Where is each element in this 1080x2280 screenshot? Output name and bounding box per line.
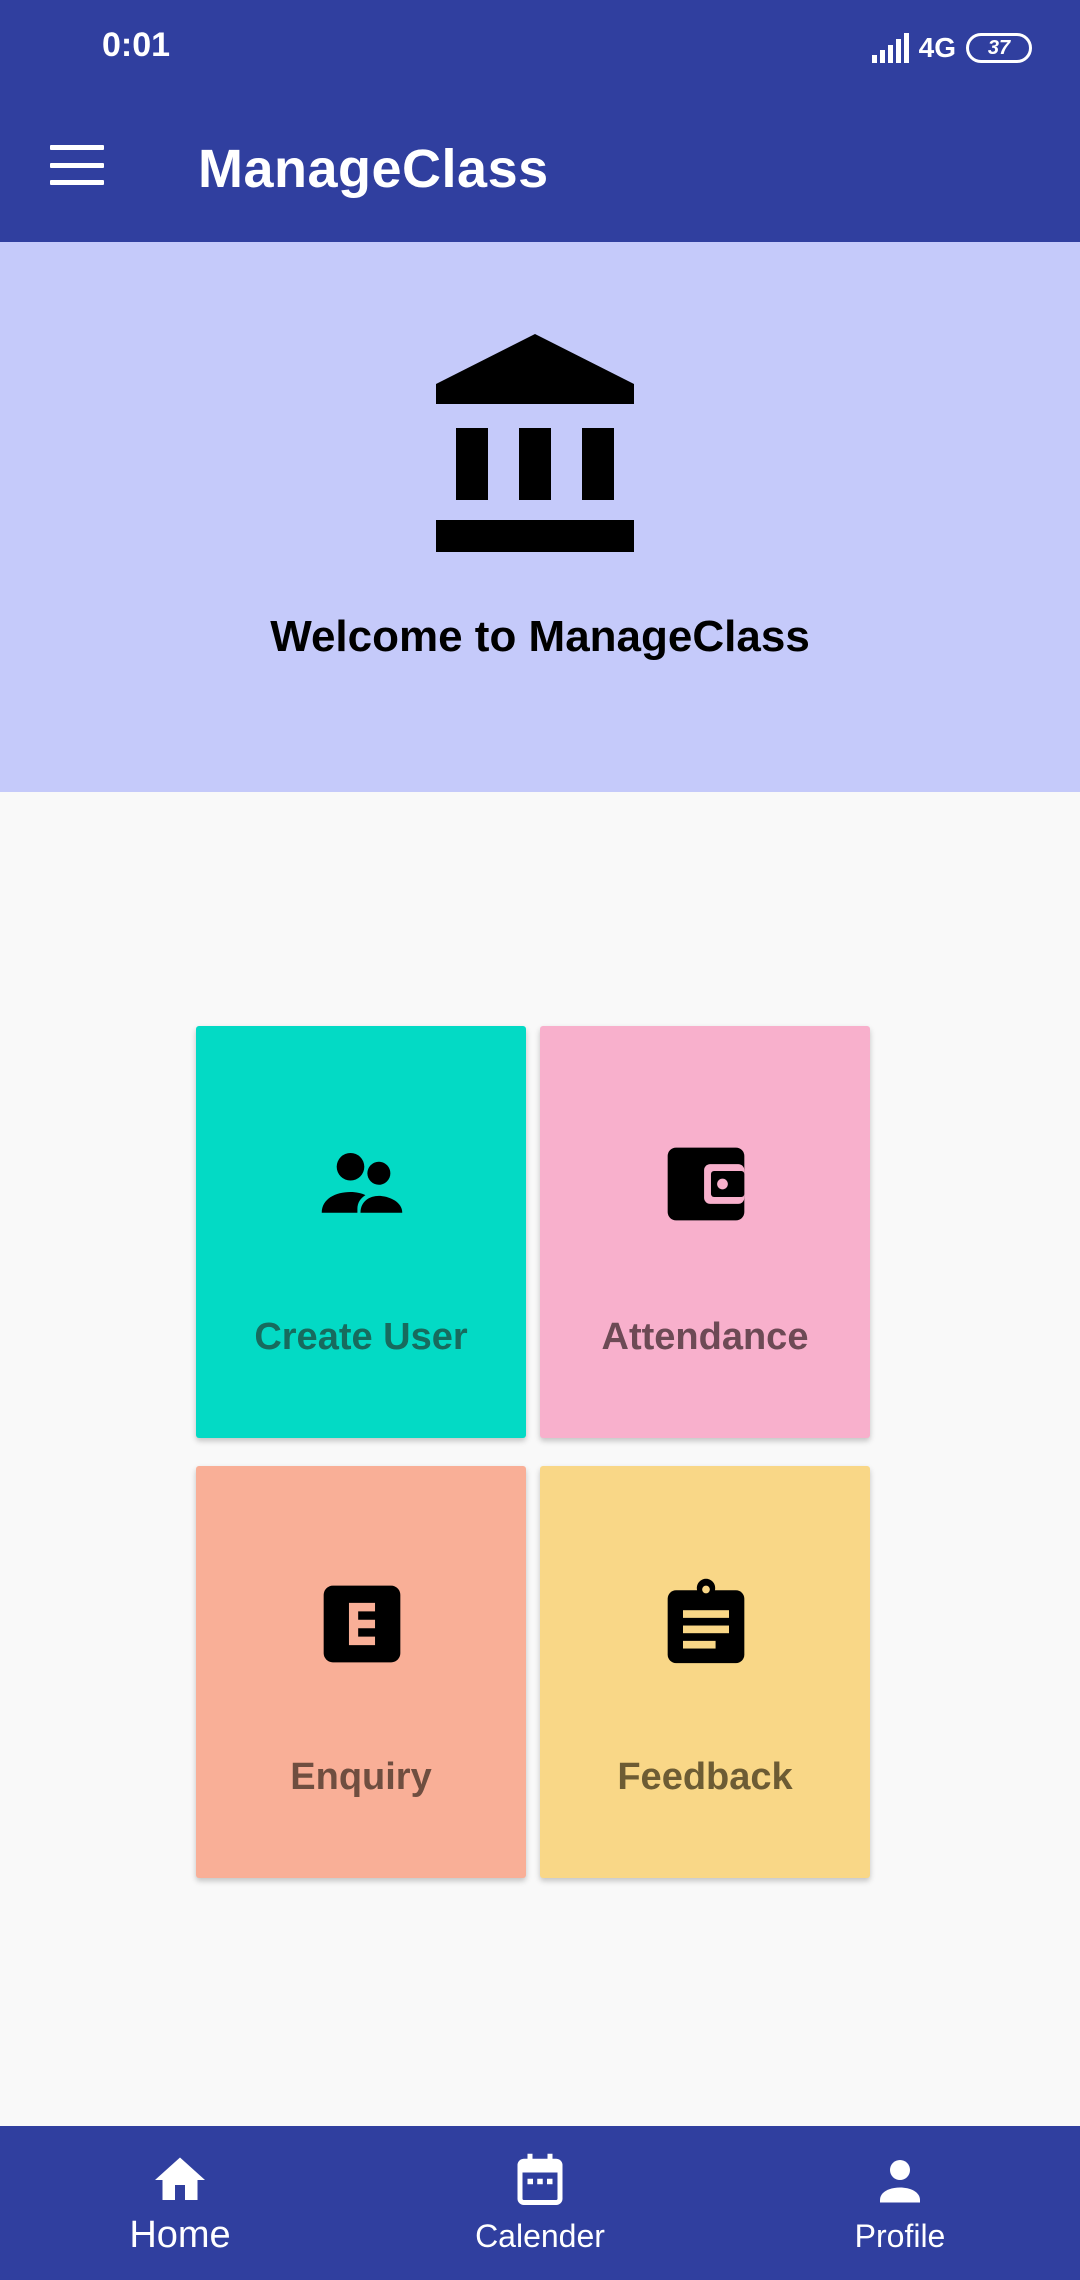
- attendance-card[interactable]: Attendance: [540, 1026, 870, 1438]
- signal-icon: [871, 33, 909, 63]
- attendance-label: Attendance: [601, 1316, 809, 1358]
- battery-level: 37: [987, 36, 1011, 59]
- wallet-icon: [667, 1147, 745, 1221]
- welcome-banner: Welcome to ManageClass: [0, 242, 1080, 792]
- create-user-card[interactable]: Create User: [196, 1026, 526, 1438]
- bottom-navigation: Home Calender Profile: [0, 2126, 1080, 2280]
- nav-calender[interactable]: Calender: [360, 2126, 720, 2280]
- enquiry-label: Enquiry: [290, 1756, 432, 1798]
- nav-home-label: Home: [129, 2214, 231, 2256]
- status-indicators: 4G 37: [871, 28, 1032, 68]
- people-icon: [321, 1152, 403, 1213]
- app-header: 0:01 4G 37 ManageClass: [0, 0, 1080, 242]
- home-icon: [155, 2157, 205, 2200]
- app-title: ManageClass: [198, 139, 549, 199]
- nav-profile[interactable]: Profile: [720, 2126, 1080, 2280]
- status-time: 0:01: [102, 26, 171, 64]
- calendar-icon: [517, 2153, 563, 2205]
- nav-home[interactable]: Home: [0, 2126, 360, 2280]
- institution-icon: [436, 334, 634, 552]
- enquiry-card[interactable]: Enquiry: [196, 1466, 526, 1878]
- feedback-card[interactable]: Feedback: [540, 1466, 870, 1878]
- letter-e-icon: [323, 1585, 401, 1663]
- clipboard-icon: [667, 1578, 745, 1664]
- feedback-label: Feedback: [617, 1756, 793, 1798]
- nav-calender-label: Calender: [475, 2218, 605, 2254]
- welcome-text: Welcome to ManageClass: [270, 612, 810, 661]
- create-user-label: Create User: [254, 1316, 468, 1358]
- person-icon: [880, 2160, 920, 2203]
- network-type: 4G: [918, 32, 956, 63]
- battery-icon: 37: [966, 33, 1032, 63]
- nav-profile-label: Profile: [854, 2218, 946, 2254]
- hamburger-menu-icon[interactable]: [50, 145, 104, 185]
